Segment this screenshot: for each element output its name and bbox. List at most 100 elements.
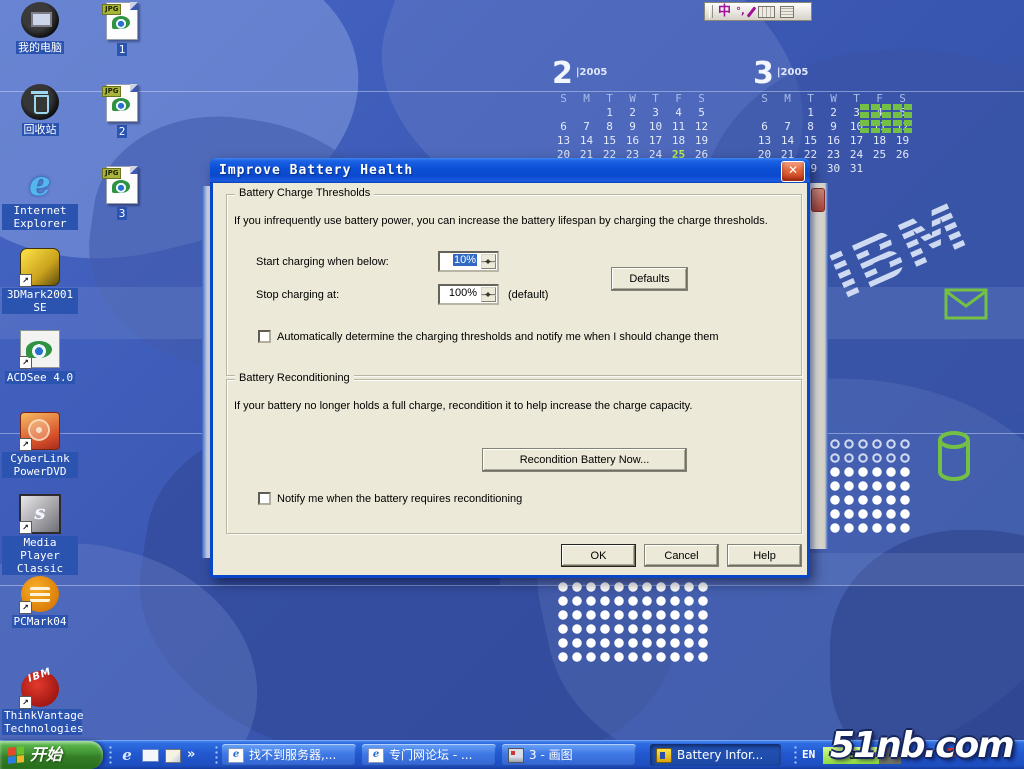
acdsee-40-icon: ↗ [20,330,60,368]
desktop-icon-jpg-3[interactable]: JPG 3 [84,166,160,222]
3dmark2001-se-icon: ↗ [20,248,60,286]
date-cell: 31 [845,162,868,176]
date-cell [753,106,776,120]
date-cell: 8 [598,120,621,134]
taskbar-separator[interactable] [214,745,219,765]
paint-icon [508,748,524,763]
quicklaunch-show-desktop-icon[interactable] [165,749,181,763]
background-window-button[interactable] [811,188,825,212]
desktop-icon-cyberlink-powerdvd[interactable]: ↗CyberLink PowerDVD [2,412,78,480]
date-cell: 6 [753,120,776,134]
dialog-title: Improve Battery Health [210,158,810,183]
jpg-1-icon: JPG [106,2,138,40]
help-button[interactable]: Help [727,544,802,567]
language-indicator[interactable]: EN [802,748,815,761]
desktop-icon-recycle-bin[interactable]: 回收站 [2,84,78,138]
date-cell: 1 [598,106,621,120]
date-cell: 13 [753,134,776,148]
ime-pad-pen-icon[interactable] [746,6,756,17]
51nb-watermark: 51nb.com [830,726,1013,766]
quicklaunch-ie-icon[interactable]: e [118,746,136,764]
calendar-date-row: 6789101112 [552,120,722,134]
cancel-button[interactable]: Cancel [644,544,719,567]
date-cell: 9 [822,120,845,134]
start-threshold-input[interactable]: 10% [438,251,499,272]
date-cell: 15 [598,134,621,148]
date-cell: 14 [776,134,799,148]
taskbar-separator[interactable] [793,745,798,765]
date-cell: 2 [621,106,644,120]
spin-down-button[interactable] [481,262,496,270]
dialog-titlebar[interactable]: Improve Battery Health ✕ [210,158,810,183]
date-cell: 14 [575,134,598,148]
windows-flag-icon [8,746,24,764]
task-button-3[interactable]: 3 - 画图 [502,744,636,766]
close-button[interactable]: ✕ [781,161,805,182]
recondition-battery-button[interactable]: Recondition Battery Now... [482,448,687,472]
start-button[interactable]: 开始 [0,741,103,769]
dot-grid-bottom [556,580,710,664]
desktop-icon-media-player-classic[interactable]: s↗Media Player Classic [2,494,78,577]
thinkvantage-technologies-label: ThinkVantage Technologies [2,709,82,735]
desktop-icon-pcmark04[interactable]: ↗PCMark04 [2,576,78,630]
group-title: Battery Charge Thresholds [235,187,374,199]
start-threshold-value: 10% [453,254,477,266]
defaults-button[interactable]: Defaults [611,267,688,291]
jpg-3-label: 3 [117,207,128,220]
task-button-4[interactable]: Battery Infor... [650,744,781,766]
soft-keyboard-icon[interactable] [758,6,775,18]
stop-threshold-value: 100% [449,287,477,299]
spin-down-button[interactable] [481,295,496,303]
desktop-icon-thinkvantage-technologies[interactable]: IBM↗ThinkVantage Technologies [2,658,78,737]
date-cell: 16 [822,134,845,148]
desktop-icon-my-computer[interactable]: 我的电脑 [2,2,78,56]
desktop-icon-internet-explorer[interactable]: eInternet Explorer [2,166,78,232]
task-button-2[interactable]: e专门网论坛 - ... [362,744,496,766]
date-cell: 15 [799,134,822,148]
desktop-icon-3dmark2001-se[interactable]: ↗3DMark2001 SE [2,248,78,316]
date-cell: 23 [822,148,845,162]
calendar-header: 2|2005 [552,56,722,92]
notify-recondition-checkbox[interactable] [258,492,271,505]
language-bar[interactable]: 中 °, [704,2,812,21]
weekday-cell: T [598,92,621,106]
language-bar-grip[interactable] [709,5,713,18]
date-cell [575,106,598,120]
jpg-badge: JPG [102,86,121,97]
thinkvantage-technologies-icon: IBM↗ [21,671,59,707]
punctuation-toggle-icon[interactable]: °, [736,7,745,17]
weekday-cell: W [822,92,845,106]
date-cell: 25 [868,148,891,162]
ie-page-icon: e [368,748,384,763]
taskbar-separator[interactable] [108,745,113,765]
calendar-year: |2005 [576,67,607,78]
auto-determine-checkbox[interactable] [258,330,271,343]
date-cell: 17 [644,134,667,148]
media-player-classic-icon: s↗ [19,494,61,534]
date-cell: 5 [690,106,713,120]
ok-button[interactable]: OK [561,544,636,567]
language-bar-menu-icon[interactable] [780,6,794,18]
calendar-date-row: 12345 [552,106,722,120]
date-cell [552,106,575,120]
desktop-icon-acdsee-40[interactable]: ↗ACDSee 4.0 [2,330,78,386]
recondition-description: If your battery no longer holds a full c… [234,400,794,412]
date-cell: 19 [690,134,713,148]
stop-threshold-input[interactable]: 100% [438,284,499,305]
calendar-month: 2 [552,56,573,91]
default-note: (default) [508,289,548,301]
shortcut-arrow-icon: ↗ [19,696,32,709]
weekday-cell: M [776,92,799,106]
ime-mode-button[interactable]: 中 [718,5,731,18]
weekday-cell: W [621,92,644,106]
task-button-1[interactable]: e找不到服务器,... [222,744,356,766]
desktop-icon-jpg-1[interactable]: JPG1 [84,2,160,58]
shortcut-arrow-icon: ↗ [19,601,32,614]
quicklaunch-mail-icon[interactable] [142,749,159,762]
dot-grid-right [828,465,912,535]
date-cell [776,106,799,120]
quicklaunch-chevron[interactable]: » [187,745,195,765]
task-button-label: 找不到服务器,... [249,744,336,766]
desktop-icon-jpg-2[interactable]: JPG2 [84,84,160,140]
jpg-badge: JPG [102,168,121,179]
